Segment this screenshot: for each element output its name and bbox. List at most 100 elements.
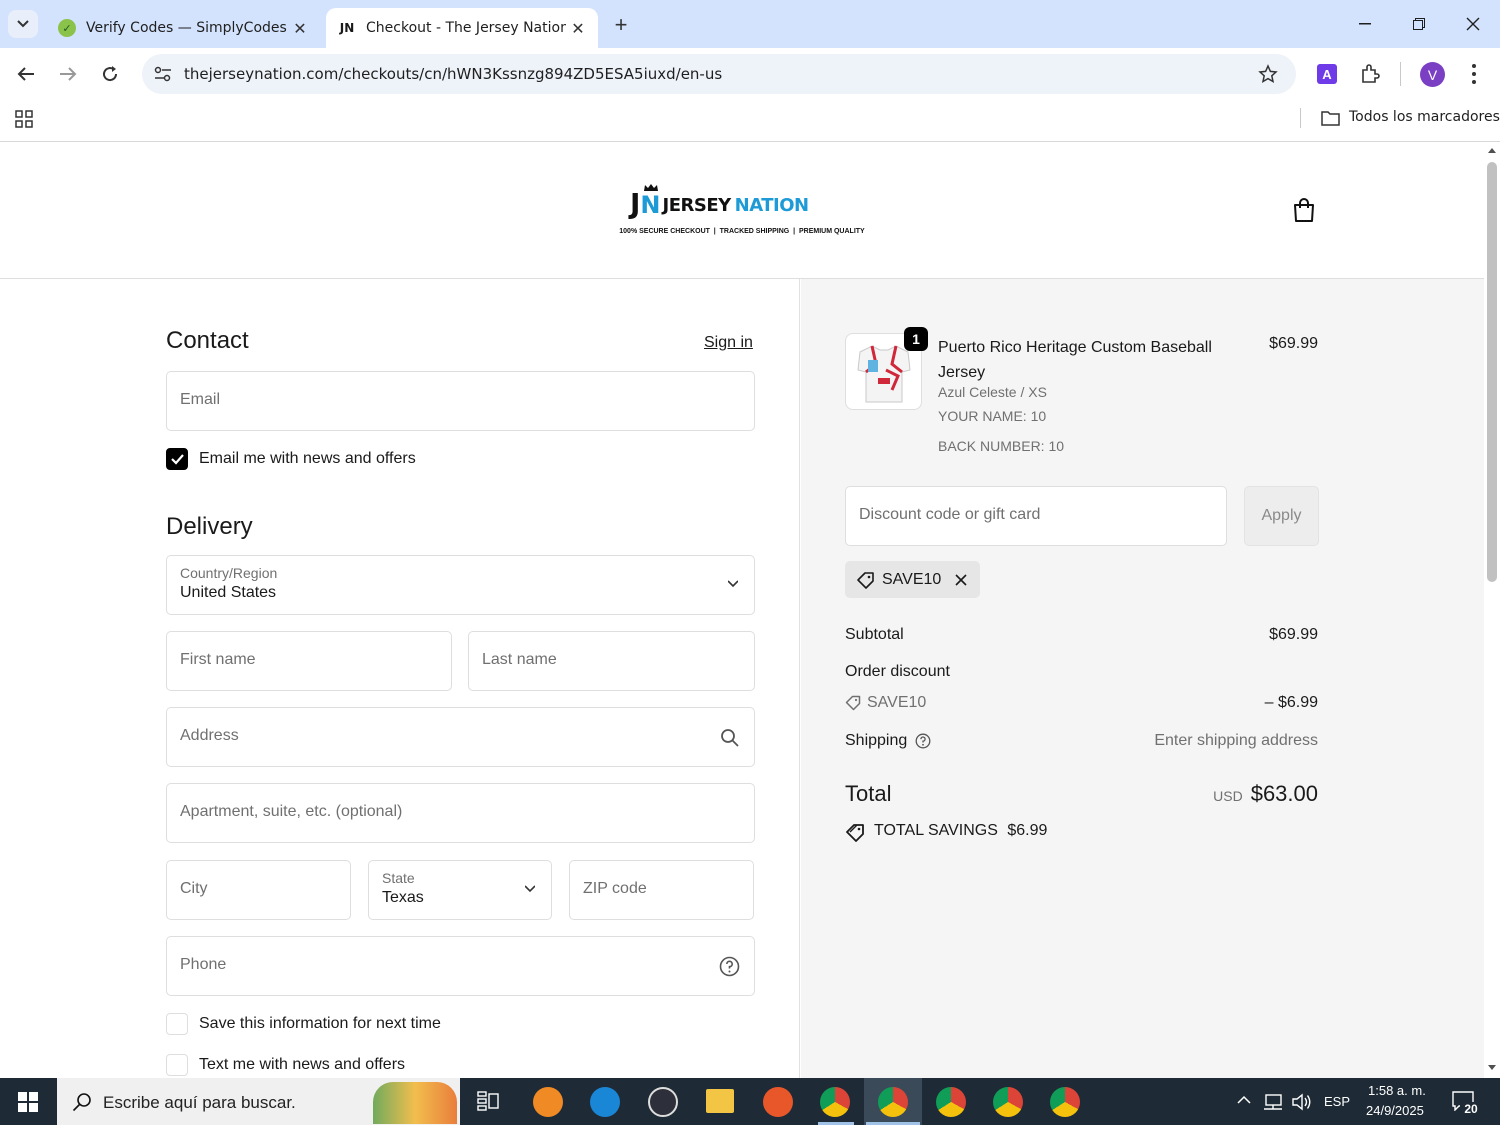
restore-icon: [1413, 18, 1425, 30]
reload-icon: [103, 66, 118, 82]
reload-button[interactable]: [94, 58, 126, 90]
chevron-up-icon[interactable]: [1237, 1095, 1251, 1105]
state-select[interactable]: State Texas: [368, 860, 552, 920]
checkmark-icon: [171, 454, 184, 465]
tab-simplycodes[interactable]: ✓ Verify Codes — SimplyCodes ✕: [46, 8, 320, 48]
checkout-page: J N JERSEY NATION 100% SECURE CHECKOUT |…: [0, 142, 1484, 1078]
shopping-bag-icon[interactable]: [1292, 197, 1316, 223]
profile-avatar[interactable]: V: [1420, 62, 1445, 87]
email-field[interactable]: Email: [166, 371, 755, 431]
edge-browser-icon[interactable]: [590, 1087, 620, 1117]
extension-a-icon[interactable]: A: [1317, 64, 1337, 84]
volume-icon[interactable]: [1291, 1092, 1313, 1112]
network-icon[interactable]: [1263, 1093, 1283, 1111]
help-circle-icon[interactable]: [915, 733, 931, 749]
url-text[interactable]: thejerseynation.com/checkouts/cn/hWN3Kss…: [184, 65, 722, 83]
close-tab-icon[interactable]: ✕: [566, 16, 590, 40]
back-button[interactable]: [10, 58, 42, 90]
address-bar[interactable]: thejerseynation.com/checkouts/cn/hWN3Kss…: [142, 54, 1296, 94]
chrome-icon[interactable]: [820, 1087, 850, 1117]
all-bookmarks-link[interactable]: Todos los marcadores: [1349, 109, 1500, 125]
apartment-field[interactable]: Apartment, suite, etc. (optional): [166, 783, 755, 843]
apply-button[interactable]: Apply: [1244, 486, 1319, 546]
email-placeholder: Email: [180, 391, 221, 408]
chevron-down-icon: [17, 20, 29, 28]
media-player-icon[interactable]: [648, 1087, 678, 1117]
discount-value: – $6.99: [1264, 694, 1318, 711]
city-field[interactable]: City: [166, 860, 351, 920]
tag-icon: [857, 572, 874, 589]
logo-letter-n: N: [640, 191, 661, 219]
zip-field[interactable]: ZIP code: [569, 860, 754, 920]
taskbar-search-placeholder: Escribe aquí para buscar.: [103, 1093, 296, 1112]
tag-icon: [845, 695, 861, 711]
zip-placeholder: ZIP code: [583, 880, 647, 897]
total-value: $63.00: [1250, 781, 1318, 806]
fl-studio-icon[interactable]: [533, 1087, 563, 1117]
page-scrollbar[interactable]: [1484, 142, 1500, 1078]
extensions-puzzle-icon[interactable]: [1360, 64, 1380, 84]
task-view-icon[interactable]: [477, 1091, 499, 1111]
file-explorer-icon[interactable]: [706, 1089, 734, 1113]
country-select[interactable]: Country/Region United States: [166, 555, 755, 615]
arrow-left-icon: [17, 67, 34, 81]
address-field[interactable]: Address: [166, 707, 755, 767]
total-savings: TOTAL SAVINGS $6.99: [874, 822, 1047, 840]
restore-button[interactable]: [1404, 10, 1434, 38]
savings-tag-icon: [846, 824, 864, 842]
state-value: Texas: [382, 889, 424, 906]
text-me-checkbox[interactable]: [166, 1054, 188, 1076]
newsletter-checkbox[interactable]: [166, 448, 188, 470]
language-indicator[interactable]: ESP: [1324, 1094, 1350, 1109]
chrome-profile-icon[interactable]: [993, 1087, 1023, 1117]
remove-code-icon[interactable]: [955, 574, 967, 586]
phone-field[interactable]: Phone: [166, 936, 755, 996]
apps-grid-icon[interactable]: [15, 110, 33, 128]
first-name-field[interactable]: First name: [166, 631, 452, 691]
browser-menu-button[interactable]: [1466, 62, 1482, 86]
site-settings-icon[interactable]: [154, 66, 172, 82]
last-name-field[interactable]: Last name: [468, 631, 755, 691]
logo-tagline: 100% SECURE CHECKOUT | TRACKED SHIPPING …: [619, 228, 865, 235]
country-value: United States: [180, 584, 277, 601]
help-circle-icon[interactable]: [719, 956, 740, 977]
new-tab-button[interactable]: +: [608, 12, 634, 38]
tab-checkout[interactable]: JN Checkout - The Jersey Nation ✕: [326, 8, 598, 48]
search-icon: [721, 729, 739, 747]
clock-date[interactable]: 24/9/2025: [1366, 1103, 1424, 1118]
applied-code-text: SAVE10: [882, 571, 942, 588]
tab-search-button[interactable]: [8, 10, 38, 38]
toolbar-divider: [1400, 62, 1401, 86]
clock-time[interactable]: 1:58 a. m.: [1368, 1083, 1426, 1098]
quantity-badge: 1: [904, 327, 928, 351]
chevron-down-icon: [525, 885, 535, 893]
close-window-button[interactable]: [1458, 10, 1488, 38]
bookmark-star-icon[interactable]: [1258, 64, 1278, 84]
chrome-profile-icon[interactable]: [878, 1087, 908, 1117]
close-tab-icon[interactable]: ✕: [288, 16, 312, 40]
city-placeholder: City: [180, 880, 208, 897]
country-label: Country/Region: [180, 565, 278, 581]
forward-button[interactable]: [52, 58, 84, 90]
shipping-value: Enter shipping address: [1154, 732, 1318, 749]
savings-label: TOTAL SAVINGS: [874, 822, 998, 839]
scroll-down-arrow-icon[interactable]: [1487, 1064, 1497, 1072]
address-placeholder: Address: [180, 727, 239, 744]
search-highlight-illustration: [373, 1082, 457, 1124]
windows-start-icon[interactable]: [18, 1092, 38, 1112]
chrome-profile-icon[interactable]: [936, 1087, 966, 1117]
sign-in-link[interactable]: Sign in: [704, 334, 753, 352]
subtotal-label: Subtotal: [845, 626, 904, 643]
product-back-number: BACK NUMBER: 10: [938, 438, 1065, 454]
minimize-icon: [1359, 23, 1371, 25]
discount-code-field[interactable]: Discount code or gift card: [845, 486, 1227, 546]
scrollbar-thumb[interactable]: [1487, 162, 1497, 582]
product-name: Puerto Rico Heritage Custom Baseball Jer…: [938, 335, 1212, 385]
minimize-button[interactable]: [1350, 10, 1380, 38]
scroll-up-arrow-icon[interactable]: [1487, 146, 1497, 154]
state-label: State: [382, 870, 415, 886]
firefox-icon[interactable]: [763, 1087, 793, 1117]
taskbar-search-box[interactable]: Escribe aquí para buscar.: [57, 1078, 460, 1125]
chrome-profile-icon[interactable]: [1050, 1087, 1080, 1117]
save-info-checkbox[interactable]: [166, 1013, 188, 1035]
